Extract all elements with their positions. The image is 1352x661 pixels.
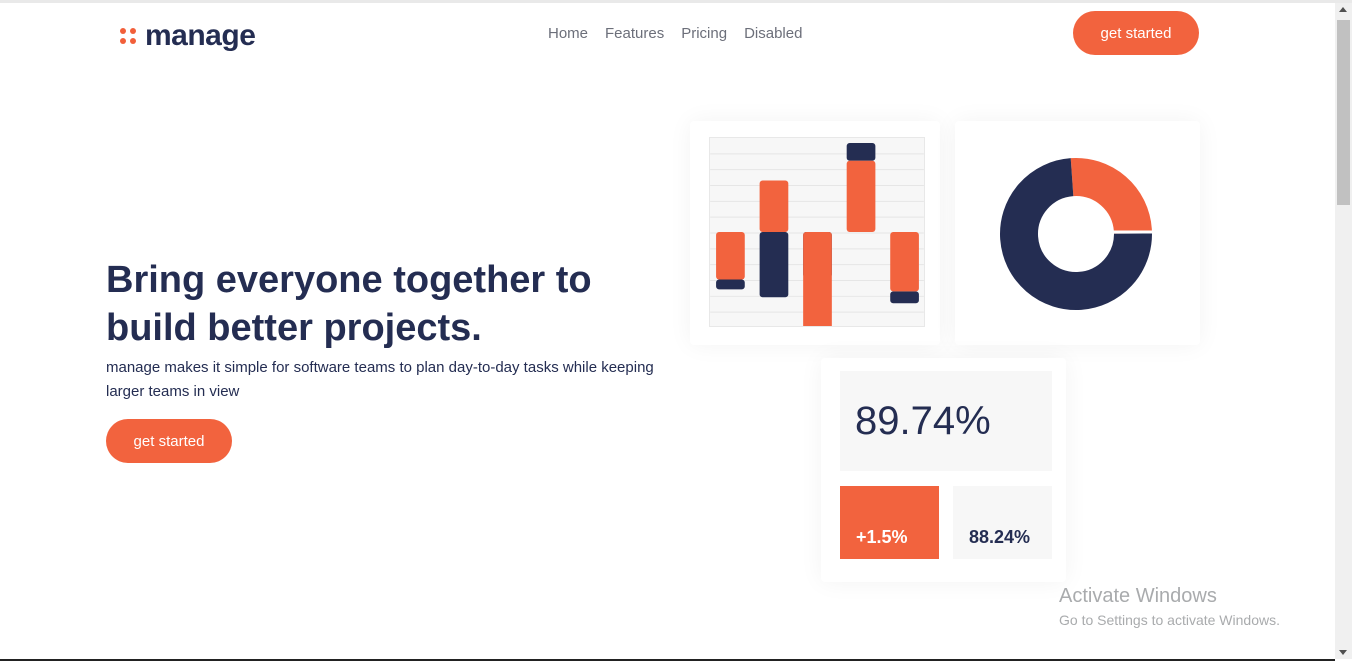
stat-main-value: 89.74% xyxy=(840,371,1052,471)
main-nav: Home Features Pricing Disabled xyxy=(548,25,802,42)
bar-orange-segment xyxy=(803,232,832,326)
vertical-scrollbar[interactable] xyxy=(1335,3,1352,659)
nav-link-disabled[interactable]: Disabled xyxy=(744,25,802,42)
logo-text: manage xyxy=(145,19,256,52)
nav-link-home[interactable]: Home xyxy=(548,25,588,42)
donut-chart-card xyxy=(955,121,1200,345)
windows-activation-watermark: Activate Windows Go to Settings to activ… xyxy=(1059,585,1280,628)
hero-get-started-button[interactable]: get started xyxy=(106,419,232,463)
bar-orange-segment xyxy=(846,160,876,232)
logo-dots-icon xyxy=(120,28,136,44)
bar-navy-segment xyxy=(716,279,745,290)
watermark-subtitle: Go to Settings to activate Windows. xyxy=(1059,612,1280,628)
bar-navy-segment xyxy=(759,232,789,298)
bar-chart-card xyxy=(690,121,940,345)
nav-link-features[interactable]: Features xyxy=(605,25,664,42)
watermark-title: Activate Windows xyxy=(1059,585,1217,607)
page: manage Home Features Pricing Disabled ge… xyxy=(0,3,1335,659)
scroll-up-arrow-icon[interactable] xyxy=(1339,7,1347,12)
logo[interactable]: manage xyxy=(120,19,256,53)
bar-orange-segment xyxy=(890,232,919,292)
donut-chart xyxy=(1000,158,1154,310)
stat-secondary-value: 88.24% xyxy=(953,486,1052,559)
nav-link-pricing[interactable]: Pricing xyxy=(681,25,727,42)
bar-orange-segment xyxy=(759,180,789,232)
bar-chart xyxy=(709,137,925,327)
bar-orange-segment xyxy=(716,232,745,280)
hero-subtitle: manage makes it simple for software team… xyxy=(106,359,654,400)
scrollbar-thumb[interactable] xyxy=(1337,20,1350,205)
bar-navy-segment xyxy=(846,142,876,161)
hero-title: Bring everyone together to build better … xyxy=(106,259,592,349)
bar-navy-segment xyxy=(890,291,919,304)
scroll-down-arrow-icon[interactable] xyxy=(1339,650,1347,655)
stat-change-value: +1.5% xyxy=(840,486,939,559)
nav-get-started-button[interactable]: get started xyxy=(1073,11,1199,55)
stats-card: 89.74% +1.5% 88.24% xyxy=(821,358,1066,582)
